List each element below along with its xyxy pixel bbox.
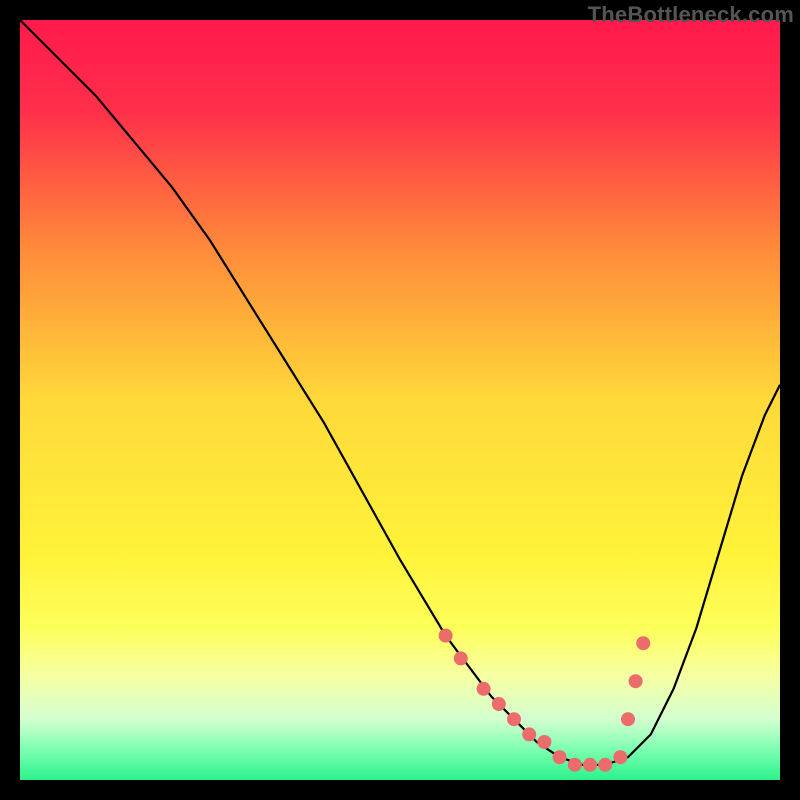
marker-point (454, 651, 468, 665)
marker-point (568, 758, 582, 772)
marker-point (553, 750, 567, 764)
marker-point (522, 727, 536, 741)
marker-point (598, 758, 612, 772)
marker-point (583, 758, 597, 772)
marker-point (439, 629, 453, 643)
marker-point (636, 636, 650, 650)
marker-point (507, 712, 521, 726)
gradient-background (20, 20, 780, 780)
marker-point (629, 674, 643, 688)
watermark-text: TheBottleneck.com (588, 2, 794, 28)
marker-point (537, 735, 551, 749)
marker-point (477, 682, 491, 696)
marker-point (492, 697, 506, 711)
marker-point (621, 712, 635, 726)
bottleneck-chart (20, 20, 780, 780)
chart-frame (20, 20, 780, 780)
marker-point (613, 750, 627, 764)
